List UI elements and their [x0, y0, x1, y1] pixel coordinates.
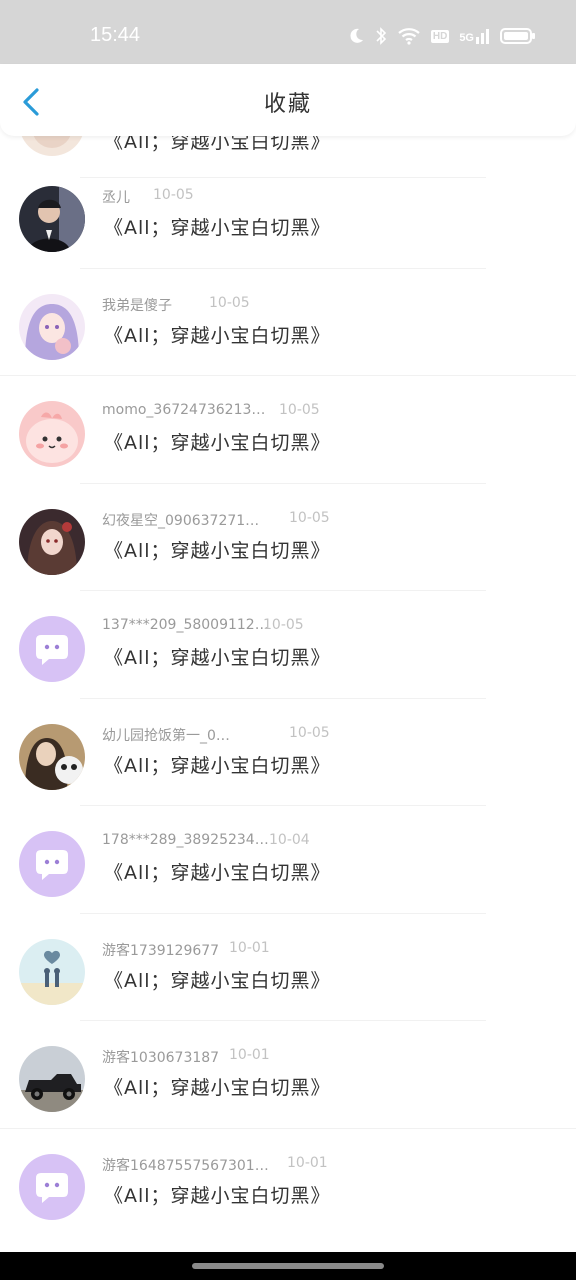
network-type: 5G: [459, 32, 474, 44]
home-indicator[interactable]: [192, 1263, 384, 1269]
anime-girl-icon: [19, 293, 85, 360]
default-chat-icon: [19, 616, 85, 682]
header: 收藏: [0, 64, 576, 136]
date: 10-05: [279, 402, 320, 418]
date: 10-01: [229, 1047, 270, 1063]
user-name: 游客16487557567301333: [102, 1157, 272, 1174]
list-item[interactable]: 137***209_5800911223 10-05 《All；穿越小宝白切黑》: [0, 591, 576, 699]
status-time: 15:44: [90, 24, 141, 46]
list-item[interactable]: 游客16487557567301333 10-01 《All；穿越小宝白切黑》: [0, 1129, 576, 1237]
signal-group: 5G: [459, 28, 490, 44]
avatar[interactable]: [19, 508, 85, 575]
user-name: 我弟是傻子: [102, 297, 172, 314]
avatar[interactable]: [19, 1046, 85, 1112]
default-chat-icon: [19, 1153, 85, 1220]
user-name: 178***289_3892523455: [102, 832, 272, 848]
list-item[interactable]: momo_367247362137645 10-05 《All；穿越小宝白切黑》: [0, 376, 576, 484]
book-title: 《All；穿越小宝白切黑》: [104, 754, 331, 777]
date: 10-05: [289, 509, 330, 526]
user-name: momo_367247362137645: [102, 402, 272, 418]
book-title: 《All；穿越小宝白切黑》: [104, 969, 331, 992]
book-title: 《All；穿越小宝白切黑》: [104, 1077, 331, 1099]
date: 10-01: [287, 1154, 328, 1171]
battery-icon: [500, 28, 535, 44]
date: 10-04: [269, 832, 310, 848]
system-nav-bar: [0, 1252, 576, 1280]
list-item[interactable]: 幼儿园抢饭第一_0… 10-05 《All；穿越小宝白切黑》: [0, 699, 576, 806]
list-item[interactable]: 游客1739129677 10-01 《All；穿越小宝白切黑》: [0, 914, 576, 1021]
wifi-icon: [398, 28, 420, 45]
avatar[interactable]: [19, 616, 85, 682]
default-chat-icon: [19, 831, 85, 897]
vintage-car-icon: [19, 1046, 85, 1112]
date: 10-05: [289, 724, 330, 741]
couple-heart-icon: [19, 938, 85, 1005]
book-title: 《All；穿越小宝白切黑》: [104, 217, 331, 239]
avatar[interactable]: [19, 723, 85, 790]
date: 10-01: [229, 939, 270, 956]
user-name: 137***209_5800911223: [102, 617, 272, 633]
photo-man-icon: [19, 186, 85, 252]
favorites-list: 丞儿 10-05 《All；穿越小宝白切黑》 我弟是傻子 10-05 《All；…: [0, 161, 576, 1236]
status-bar: 15:44 HD 5G: [0, 0, 576, 64]
book-title: 《All；穿越小宝白切黑》: [104, 862, 331, 884]
avatar[interactable]: [19, 1153, 85, 1220]
book-title: 《All；穿越小宝白切黑》: [104, 324, 331, 347]
moon-icon: [350, 28, 363, 43]
user-name: 幼儿园抢饭第一_0…: [102, 727, 230, 744]
avatar[interactable]: [19, 186, 85, 252]
signal-icon: [476, 29, 489, 44]
book-title: 《All；穿越小宝白切黑》: [104, 647, 331, 669]
list-item[interactable]: 幻夜星空_090637271… 10-05 《All；穿越小宝白切黑》: [0, 484, 576, 591]
list-item[interactable]: 丞儿 10-05 《All；穿越小宝白切黑》: [0, 161, 576, 269]
page-title: 收藏: [263, 92, 312, 117]
avatar[interactable]: [19, 401, 85, 467]
dark-anime-icon: [19, 508, 85, 575]
girl-panda-icon: [19, 723, 85, 790]
bluetooth-icon: [376, 27, 386, 45]
status-icons: HD 5G: [347, 24, 536, 48]
avatar[interactable]: [19, 938, 85, 1005]
list-item[interactable]: 游客1030673187 10-01 《All；穿越小宝白切黑》: [0, 1021, 576, 1129]
list-item[interactable]: 我弟是傻子 10-05 《All；穿越小宝白切黑》: [0, 269, 576, 376]
date: 10-05: [263, 617, 304, 633]
hd-badge: HD: [430, 29, 450, 43]
book-title: 《All；穿越小宝白切黑》: [104, 539, 331, 562]
avatar[interactable]: [19, 293, 85, 360]
user-name: 游客1030673187: [102, 1050, 220, 1066]
date: 10-05: [209, 294, 250, 311]
avatar[interactable]: [19, 831, 85, 897]
date: 10-05: [153, 187, 194, 203]
user-name: 丞儿: [102, 190, 130, 206]
list-item[interactable]: 178***289_3892523455 10-04 《All；穿越小宝白切黑》: [0, 806, 576, 914]
user-name: 游客1739129677: [102, 942, 220, 959]
user-name: 幻夜星空_090637271…: [102, 512, 260, 529]
book-title: 《All；穿越小宝白切黑》: [104, 432, 331, 454]
pink-blob-icon: [19, 401, 85, 467]
book-title: 《All；穿越小宝白切黑》: [104, 1184, 331, 1207]
